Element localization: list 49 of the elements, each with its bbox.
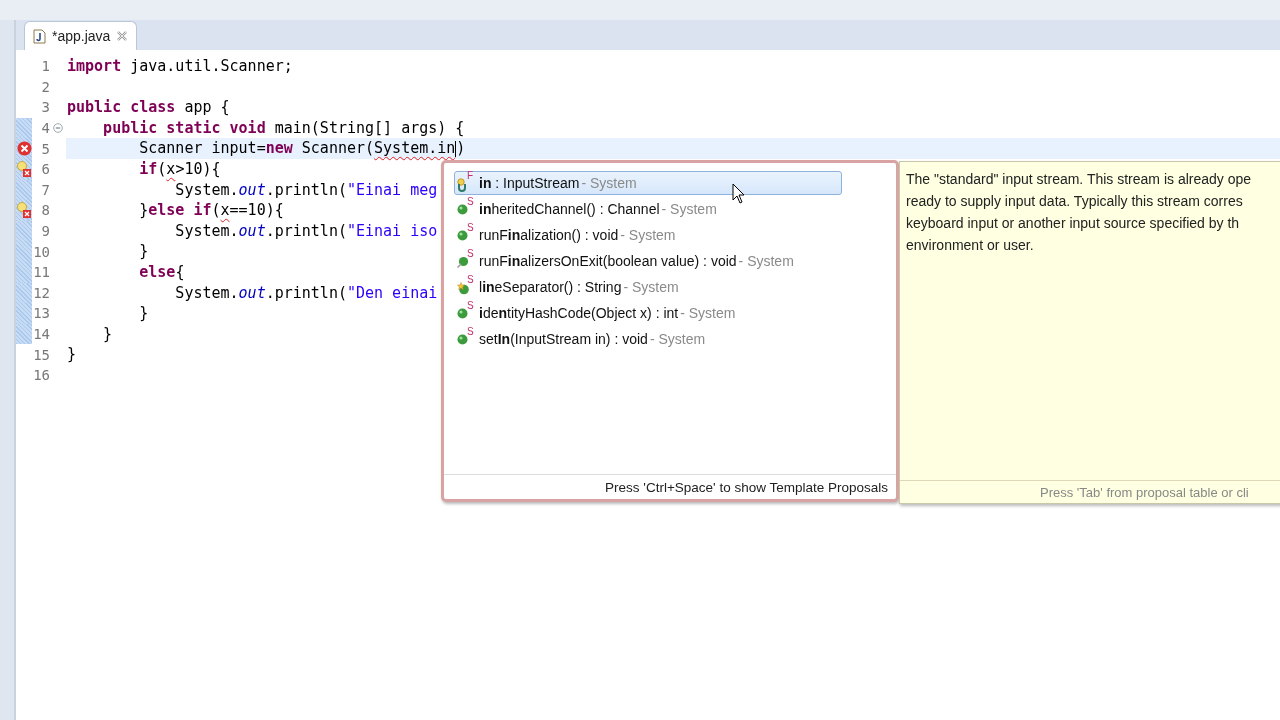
code-line: } <box>138 303 149 324</box>
documentation-text: The "standard" input stream. This stream is already ope <box>906 170 1252 189</box>
code-line: public class app { <box>66 97 230 118</box>
code-line: public static void main(String[] args) { <box>102 117 465 139</box>
line-number: 11 <box>32 263 50 283</box>
close-icon[interactable] <box>116 30 129 42</box>
line-number: 2 <box>40 77 50 97</box>
code-line: } <box>138 241 149 262</box>
line-number: 5 <box>40 139 50 159</box>
line-number: 6 <box>40 160 50 180</box>
line-number: 4 <box>40 119 50 139</box>
line-number: 9 <box>40 222 50 242</box>
proposal-item[interactable]: S runFinalizersOnExit(boolean value) : void- System <box>454 249 842 273</box>
code-line: System.out.println("Einai meg <box>174 179 438 201</box>
line-number: 8 <box>40 201 50 221</box>
tab-label: *app.java <box>52 28 111 44</box>
line-number: 14 <box>32 325 50 344</box>
editor-tab[interactable]: *app.java <box>24 21 138 50</box>
java-file-icon <box>33 28 46 44</box>
line-number: 3 <box>40 98 50 118</box>
code-line: if(x>10){ <box>138 158 221 180</box>
line-number: 7 <box>40 180 50 200</box>
code-line: System.out.println("Den einai <box>174 282 438 304</box>
code-line: else{ <box>138 261 185 283</box>
documentation-text: ready to supply input data. Typically this stream corres <box>906 192 1243 211</box>
collapse-icon[interactable] <box>53 123 63 134</box>
line-number: 12 <box>32 283 50 303</box>
documentation-text: environment or user. <box>906 236 1034 255</box>
code-line: } <box>66 344 77 365</box>
code-line: Scanner input=new Scanner(System.in) <box>138 138 466 159</box>
proposal-item[interactable]: S setIn(InputStream in) : void- System <box>454 327 842 351</box>
proposal-item[interactable]: F in : InputStream- System <box>454 171 842 195</box>
line-number: 13 <box>32 304 50 324</box>
line-number: 15 <box>32 345 50 365</box>
code-line: }else if(x==10){ <box>138 200 284 221</box>
popup-hint: Press 'Ctrl+Space' to show Template Proposals <box>605 479 888 495</box>
code-line: System.out.println("Einai iso <box>174 220 438 242</box>
line-number: 16 <box>32 366 50 386</box>
line-number: 10 <box>32 242 50 262</box>
code-line: } <box>102 323 113 345</box>
documentation-text: keyboard input or another input source specified by th <box>906 214 1240 233</box>
proposal-item[interactable]: S inheritedChannel() : Channel- System <box>454 197 842 221</box>
mouse-pointer-icon <box>732 183 746 205</box>
proposal-item[interactable]: S identityHashCode(Object x) : int- System <box>454 301 842 325</box>
code-line: import java.util.Scanner; <box>66 56 293 77</box>
proposal-item[interactable]: S lineSeparator() : String- System <box>454 275 842 299</box>
proposal-item[interactable]: S runFinalization() : void- System <box>454 223 842 247</box>
line-number: 1 <box>40 57 50 77</box>
popup-hint: Press 'Tab' from proposal table or cli <box>1040 484 1249 500</box>
